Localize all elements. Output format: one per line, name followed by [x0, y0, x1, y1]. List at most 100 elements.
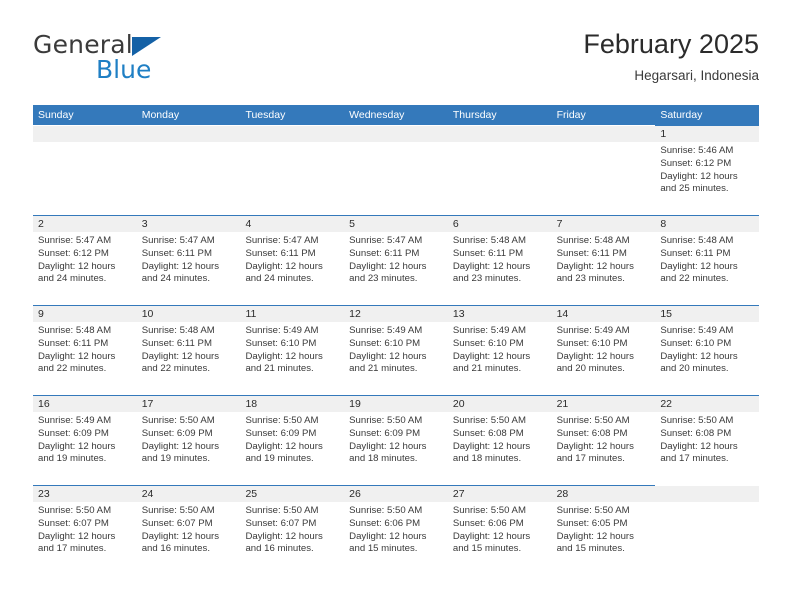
calendar-week-row: 1 Sunrise: 5:46 AM Sunset: 6:12 PM Daylight…	[33, 125, 760, 215]
day-details: Sunrise: 5:50 AM Sunset: 6:07 PM Daylight:…	[33, 502, 137, 556]
sunrise-text: Sunrise: 5:50 AM	[141, 415, 215, 426]
day-details: Sunrise: 5:50 AM Sunset: 6:07 PM Daylight:…	[137, 502, 241, 556]
sunrise-text: Sunrise: 5:50 AM	[349, 415, 423, 426]
daylight-text: Daylight: 12 hours and 23 minutes.	[349, 260, 427, 285]
day-number: 5	[344, 216, 448, 232]
sunrise-text: Sunrise: 5:48 AM	[38, 325, 112, 336]
day-cell[interactable]: 27 Sunrise: 5:50 AM Sunset: 6:06 PM Dayligh…	[447, 485, 552, 575]
day-cell[interactable]: 13 Sunrise: 5:49 AM Sunset: 6:10 PM Dayligh…	[447, 305, 552, 395]
daylight-text: Daylight: 12 hours and 15 minutes.	[452, 530, 531, 555]
daylight-text: Daylight: 12 hours and 22 minutes.	[141, 350, 220, 375]
day-number: 24	[136, 486, 241, 502]
sunrise-text: Sunrise: 5:50 AM	[141, 505, 215, 516]
sunrise-text: Sunrise: 5:48 AM	[660, 235, 734, 246]
day-details: Sunrise: 5:50 AM Sunset: 6:09 PM Daylight:…	[137, 412, 241, 466]
daylight-text: Daylight: 12 hours and 25 minutes.	[660, 170, 738, 195]
daylight-text: Daylight: 12 hours and 16 minutes.	[245, 530, 323, 555]
day-cell[interactable]: 16 Sunrise: 5:49 AM Sunset: 6:09 PM Dayligh…	[33, 395, 137, 485]
day-number: 1	[655, 126, 760, 142]
day-details: Sunrise: 5:48 AM Sunset: 6:11 PM Daylight:…	[33, 322, 137, 376]
day-cell[interactable]: 15 Sunrise: 5:49 AM Sunset: 6:10 PM Dayligh…	[655, 305, 760, 395]
day-cell[interactable]: 21 Sunrise: 5:50 AM Sunset: 6:08 PM Dayligh…	[551, 395, 656, 485]
day-details: Sunrise: 5:50 AM Sunset: 6:06 PM Daylight:…	[448, 502, 552, 556]
day-details: Sunrise: 5:47 AM Sunset: 6:11 PM Daylight:…	[344, 232, 448, 286]
sunset-text: Sunset: 6:08 PM	[452, 427, 524, 439]
day-details: Sunrise: 5:48 AM Sunset: 6:11 PM Daylight:…	[448, 232, 552, 286]
sunset-text: Sunset: 6:08 PM	[660, 427, 732, 439]
day-number: 6	[447, 216, 552, 232]
calendar-page: General Blue February 2025 Hegarsari, In…	[0, 0, 792, 612]
day-details: Sunrise: 5:47 AM Sunset: 6:11 PM Daylight:…	[137, 232, 241, 286]
day-cell[interactable]: 23 Sunrise: 5:50 AM Sunset: 6:07 PM Dayligh…	[33, 485, 137, 575]
day-cell[interactable]: 9 Sunrise: 5:48 AM Sunset: 6:11 PM Daylight…	[33, 305, 137, 395]
day-cell[interactable]: 11 Sunrise: 5:49 AM Sunset: 6:10 PM Dayligh…	[240, 305, 345, 395]
day-number: 28	[551, 486, 656, 502]
day-cell-empty	[136, 125, 241, 215]
sunrise-text: Sunrise: 5:49 AM	[245, 325, 319, 336]
sunset-text: Sunset: 6:09 PM	[349, 427, 421, 439]
day-number	[655, 486, 760, 502]
day-cell[interactable]: 10 Sunrise: 5:48 AM Sunset: 6:11 PM Dayligh…	[136, 305, 241, 395]
day-cell-empty	[447, 125, 552, 215]
sunrise-text: Sunrise: 5:50 AM	[38, 505, 112, 516]
day-cell[interactable]: 17 Sunrise: 5:50 AM Sunset: 6:09 PM Dayligh…	[136, 395, 241, 485]
day-cell-empty	[33, 125, 137, 215]
day-number	[136, 126, 241, 142]
day-cell[interactable]: 5 Sunrise: 5:47 AM Sunset: 6:11 PM Daylight…	[344, 215, 448, 305]
day-details: Sunrise: 5:47 AM Sunset: 6:11 PM Daylight:…	[240, 232, 344, 286]
day-cell[interactable]: 7 Sunrise: 5:48 AM Sunset: 6:11 PM Daylight…	[551, 215, 656, 305]
daylight-text: Daylight: 12 hours and 23 minutes.	[556, 260, 634, 285]
daylight-text: Daylight: 12 hours and 17 minutes.	[38, 530, 116, 555]
day-cell[interactable]: 14 Sunrise: 5:49 AM Sunset: 6:10 PM Dayligh…	[551, 305, 656, 395]
sunset-text: Sunset: 6:10 PM	[245, 337, 317, 349]
day-cell[interactable]: 20 Sunrise: 5:50 AM Sunset: 6:08 PM Dayligh…	[447, 395, 552, 485]
daylight-text: Daylight: 12 hours and 17 minutes.	[660, 440, 738, 465]
calendar-week-row: 2 Sunrise: 5:47 AM Sunset: 6:12 PM Daylight…	[33, 215, 760, 305]
day-cell[interactable]: 2 Sunrise: 5:47 AM Sunset: 6:12 PM Daylight…	[33, 215, 137, 305]
calendar-week-row: 9 Sunrise: 5:48 AM Sunset: 6:11 PM Daylight…	[33, 305, 760, 395]
day-number: 23	[33, 486, 137, 502]
day-cell[interactable]: 26 Sunrise: 5:50 AM Sunset: 6:06 PM Dayligh…	[344, 485, 448, 575]
day-number: 3	[136, 216, 241, 232]
day-cell[interactable]: 4 Sunrise: 5:47 AM Sunset: 6:11 PM Daylight…	[240, 215, 345, 305]
daylight-text: Daylight: 12 hours and 22 minutes.	[38, 350, 116, 375]
day-cell[interactable]: 8 Sunrise: 5:48 AM Sunset: 6:11 PM Daylight…	[655, 215, 760, 305]
day-number: 17	[136, 396, 241, 412]
day-details: Sunrise: 5:49 AM Sunset: 6:10 PM Daylight:…	[240, 322, 344, 376]
daylight-text: Daylight: 12 hours and 18 minutes.	[452, 440, 531, 465]
day-number: 19	[344, 396, 448, 412]
sunset-text: Sunset: 6:11 PM	[556, 247, 627, 259]
day-cell[interactable]: 12 Sunrise: 5:49 AM Sunset: 6:10 PM Dayligh…	[344, 305, 448, 395]
sunrise-text: Sunrise: 5:50 AM	[556, 505, 630, 516]
day-details: Sunrise: 5:50 AM Sunset: 6:05 PM Daylight:…	[552, 502, 656, 556]
sunrise-text: Sunrise: 5:47 AM	[141, 235, 215, 246]
day-number: 21	[551, 396, 656, 412]
day-cell[interactable]: 6 Sunrise: 5:48 AM Sunset: 6:11 PM Daylight…	[447, 215, 552, 305]
sunrise-text: Sunrise: 5:49 AM	[660, 325, 734, 336]
day-details: Sunrise: 5:49 AM Sunset: 6:10 PM Daylight:…	[344, 322, 448, 376]
day-cell[interactable]: 19 Sunrise: 5:50 AM Sunset: 6:09 PM Dayligh…	[344, 395, 448, 485]
day-cell[interactable]: 1 Sunrise: 5:46 AM Sunset: 6:12 PM Daylight…	[655, 125, 760, 215]
day-number	[551, 126, 656, 142]
daylight-text: Daylight: 12 hours and 23 minutes.	[452, 260, 531, 285]
day-number: 20	[447, 396, 552, 412]
day-cell[interactable]: 28 Sunrise: 5:50 AM Sunset: 6:05 PM Dayligh…	[551, 485, 656, 575]
day-cell[interactable]: 22 Sunrise: 5:50 AM Sunset: 6:08 PM Dayligh…	[655, 395, 760, 485]
day-details: Sunrise: 5:49 AM Sunset: 6:10 PM Daylight:…	[552, 322, 656, 376]
day-details: Sunrise: 5:50 AM Sunset: 6:06 PM Daylight:…	[344, 502, 448, 556]
sunset-text: Sunset: 6:05 PM	[556, 517, 628, 529]
sunrise-text: Sunrise: 5:50 AM	[245, 505, 319, 516]
sunset-text: Sunset: 6:12 PM	[660, 157, 732, 169]
day-cell[interactable]: 24 Sunrise: 5:50 AM Sunset: 6:07 PM Dayligh…	[136, 485, 241, 575]
sunset-text: Sunset: 6:07 PM	[141, 517, 213, 529]
sunset-text: Sunset: 6:11 PM	[141, 337, 212, 349]
day-number: 25	[240, 486, 345, 502]
day-number: 7	[551, 216, 656, 232]
sunrise-text: Sunrise: 5:50 AM	[245, 415, 319, 426]
day-cell[interactable]: 25 Sunrise: 5:50 AM Sunset: 6:07 PM Dayligh…	[240, 485, 345, 575]
general-blue-logo[interactable]: General Blue	[33, 30, 263, 88]
day-cell[interactable]: 3 Sunrise: 5:47 AM Sunset: 6:11 PM Daylight…	[136, 215, 241, 305]
day-details: Sunrise: 5:47 AM Sunset: 6:12 PM Daylight:…	[33, 232, 137, 286]
day-cell[interactable]: 18 Sunrise: 5:50 AM Sunset: 6:09 PM Dayligh…	[240, 395, 345, 485]
daylight-text: Daylight: 12 hours and 22 minutes.	[660, 260, 738, 285]
